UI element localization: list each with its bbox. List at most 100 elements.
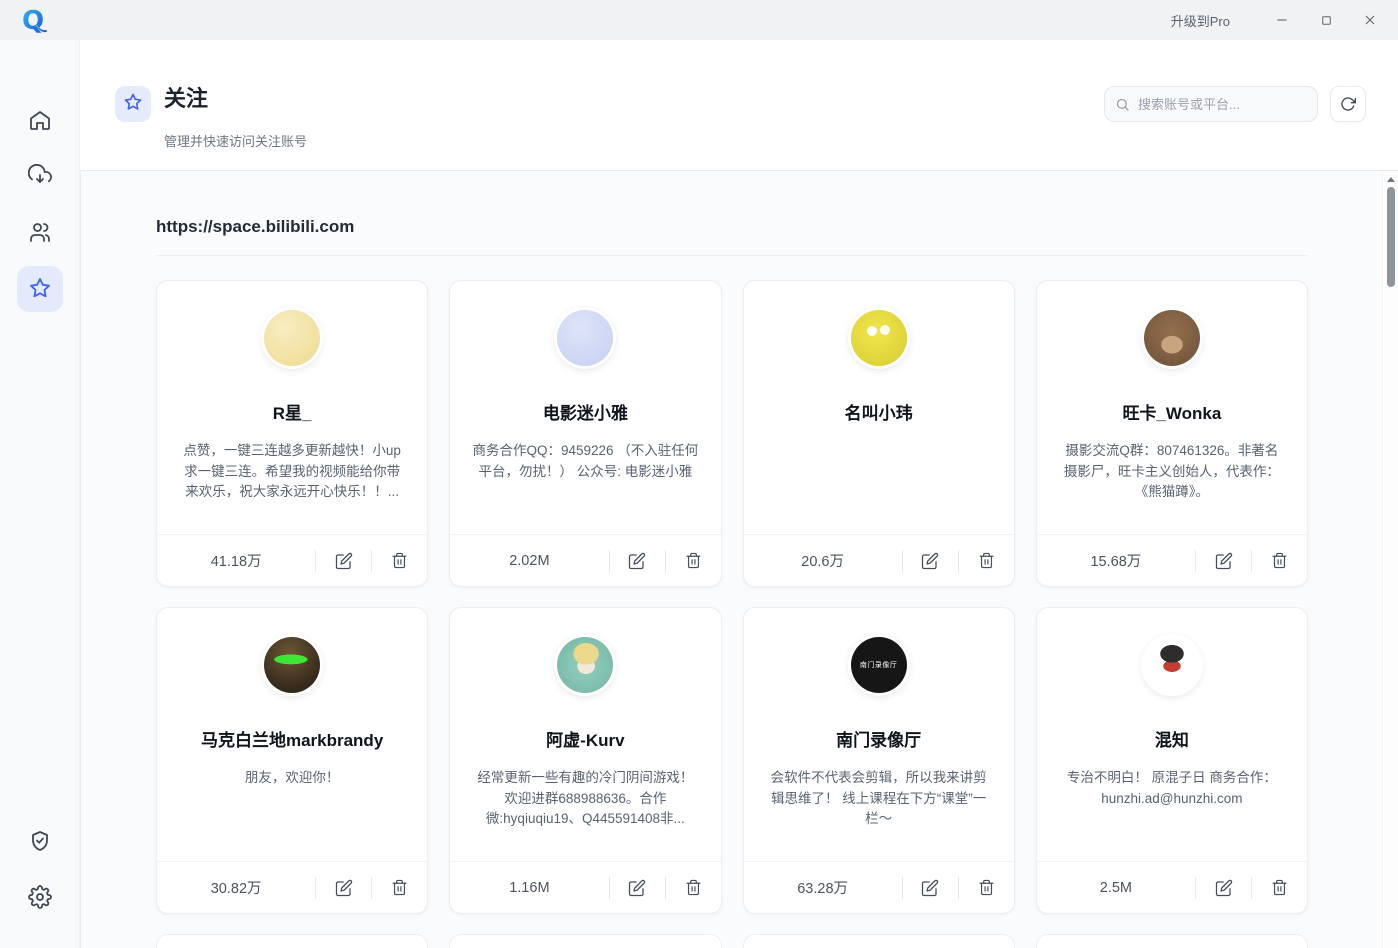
sidebar-item-security[interactable] (17, 819, 63, 865)
delete-button[interactable] (959, 862, 1014, 913)
gear-icon (28, 885, 52, 912)
card-footer: 2.5M (1037, 861, 1307, 913)
refresh-icon (1340, 96, 1356, 112)
avatar-text: 南门录像厅 (860, 660, 898, 670)
upgrade-to-pro-link[interactable]: 升级到Pro (1171, 11, 1230, 30)
trash-icon (685, 552, 702, 569)
account-description: 摄影交流Q群：807461326。非著名摄影尸，旺卡主义创始人，代表作：《熊猫蹲… (1059, 441, 1285, 503)
star-icon (28, 276, 52, 303)
account-description: 会软件不代表会剪辑，所以我来讲剪辑思维了！ 线上课程在下方“课堂”一栏～ (766, 768, 992, 830)
edit-button[interactable] (610, 535, 665, 586)
delete-button[interactable] (1252, 535, 1307, 586)
trash-icon (978, 879, 995, 896)
refresh-button[interactable] (1330, 86, 1366, 122)
account-card[interactable]: 混知 专治不明白！ 原混子日 商务合作：hunzhi.ad@hunzhi.com… (1036, 607, 1308, 914)
card-footer: 15.68万 (1037, 534, 1307, 586)
edit-button[interactable] (610, 862, 665, 913)
account-card[interactable]: 名叫小玮 20.6万 (743, 280, 1015, 587)
edit-button[interactable] (316, 862, 371, 913)
card-footer: 20.6万 (744, 534, 1014, 586)
account-card-partial (156, 934, 428, 948)
scroll-up-arrow-icon[interactable] (1387, 177, 1395, 182)
follower-count: 1.16M (450, 880, 608, 896)
sidebar-item-downloads[interactable] (17, 154, 63, 200)
follower-count: 2.02M (450, 553, 608, 569)
edit-button[interactable] (1196, 862, 1251, 913)
edit-button[interactable] (903, 862, 958, 913)
follower-count: 63.28万 (744, 877, 902, 898)
scrollbar-thumb[interactable] (1387, 187, 1395, 287)
edit-icon (921, 552, 939, 570)
delete-button[interactable] (959, 535, 1014, 586)
edit-icon (335, 879, 353, 897)
sidebar-item-accounts[interactable] (17, 210, 63, 256)
svg-text:Q: Q (22, 6, 44, 36)
account-name: 南门录像厅 (836, 726, 921, 751)
account-description: 商务合作QQ：9459226 （不入驻任何平台，勿扰！） 公众号: 电影迷小雅 (472, 441, 698, 482)
sidebar-item-home[interactable] (17, 98, 63, 144)
delete-button[interactable] (372, 862, 427, 913)
scroll-area: https://space.bilibili.com R星_ 点赞，一键三连越多… (80, 170, 1398, 948)
search-input[interactable] (1138, 97, 1307, 112)
trash-icon (1271, 552, 1288, 569)
account-name: 阿虚-Kurv (546, 726, 624, 751)
page-subtitle: 管理并快速访问关注账号 (164, 131, 307, 150)
account-description: 朋友，欢迎你！ (245, 768, 340, 789)
sidebar-item-favorites[interactable] (17, 266, 63, 312)
sidebar-item-settings[interactable] (17, 875, 63, 921)
trash-icon (391, 879, 408, 896)
account-card[interactable]: 旺卡_Wonka 摄影交流Q群：807461326。非著名摄影尸，旺卡主义创始人… (1036, 280, 1308, 587)
avatar (264, 637, 320, 693)
account-card[interactable]: 南门录像厅 南门录像厅 会软件不代表会剪辑，所以我来讲剪辑思维了！ 线上课程在下… (743, 607, 1015, 914)
edit-icon (628, 552, 646, 570)
account-description: 专治不明白！ 原混子日 商务合作：hunzhi.ad@hunzhi.com (1059, 768, 1285, 809)
avatar (264, 310, 320, 366)
delete-button[interactable] (372, 535, 427, 586)
sidebar (0, 40, 80, 948)
edit-icon (1215, 879, 1233, 897)
follower-count: 15.68万 (1037, 550, 1195, 571)
page-star-badge (115, 86, 151, 122)
edit-button[interactable] (903, 535, 958, 586)
account-description: 点赞，一键三连越多更新越快！小up求一键三连。希望我的视频能给你带来欢乐，祝大家… (179, 441, 405, 503)
trash-icon (978, 552, 995, 569)
card-footer: 41.18万 (157, 534, 427, 586)
minimize-button[interactable] (1260, 3, 1304, 37)
trash-icon (1271, 879, 1288, 896)
account-card[interactable]: 阿虚-Kurv 经常更新一些有趣的冷门阴间游戏！欢迎进群688988636。合作… (449, 607, 721, 914)
delete-button[interactable] (666, 535, 721, 586)
maximize-button[interactable] (1304, 3, 1348, 37)
avatar: 南门录像厅 (851, 637, 907, 693)
cards-grid: R星_ 点赞，一键三连越多更新越快！小up求一键三连。希望我的视频能给你带来欢乐… (156, 280, 1308, 948)
account-description: 经常更新一些有趣的冷门阴间游戏！欢迎进群688988636。合作微:hyqiuq… (472, 768, 698, 830)
delete-button[interactable] (1252, 862, 1307, 913)
account-card[interactable]: 马克白兰地markbrandy 朋友，欢迎你！ 30.82万 (156, 607, 428, 914)
follower-count: 20.6万 (744, 550, 902, 571)
close-button[interactable] (1348, 3, 1392, 37)
edit-icon (921, 879, 939, 897)
edit-icon (1215, 552, 1233, 570)
avatar (851, 310, 907, 366)
home-icon (28, 108, 52, 135)
page-header: 关注 管理并快速访问关注账号 (80, 40, 1398, 170)
follower-count: 2.5M (1037, 880, 1195, 896)
delete-button[interactable] (666, 862, 721, 913)
account-name: 旺卡_Wonka (1122, 399, 1221, 424)
follower-count: 41.18万 (157, 550, 315, 571)
account-name: 电影迷小雅 (543, 399, 628, 424)
card-footer: 63.28万 (744, 861, 1014, 913)
title-bar: Q 升级到Pro (0, 0, 1398, 40)
account-card-partial (449, 934, 721, 948)
cloud-download-icon (28, 164, 52, 191)
edit-button[interactable] (316, 535, 371, 586)
account-name: 混知 (1155, 726, 1189, 751)
search-icon (1115, 97, 1130, 112)
account-card[interactable]: R星_ 点赞，一键三连越多更新越快！小up求一键三连。希望我的视频能给你带来欢乐… (156, 280, 428, 587)
edit-button[interactable] (1196, 535, 1251, 586)
app-logo-icon: Q (16, 2, 52, 38)
trash-icon (391, 552, 408, 569)
users-icon (28, 220, 52, 247)
account-card[interactable]: 电影迷小雅 商务合作QQ：9459226 （不入驻任何平台，勿扰！） 公众号: … (449, 280, 721, 587)
follower-count: 30.82万 (157, 877, 315, 898)
scrollbar (1382, 171, 1398, 948)
